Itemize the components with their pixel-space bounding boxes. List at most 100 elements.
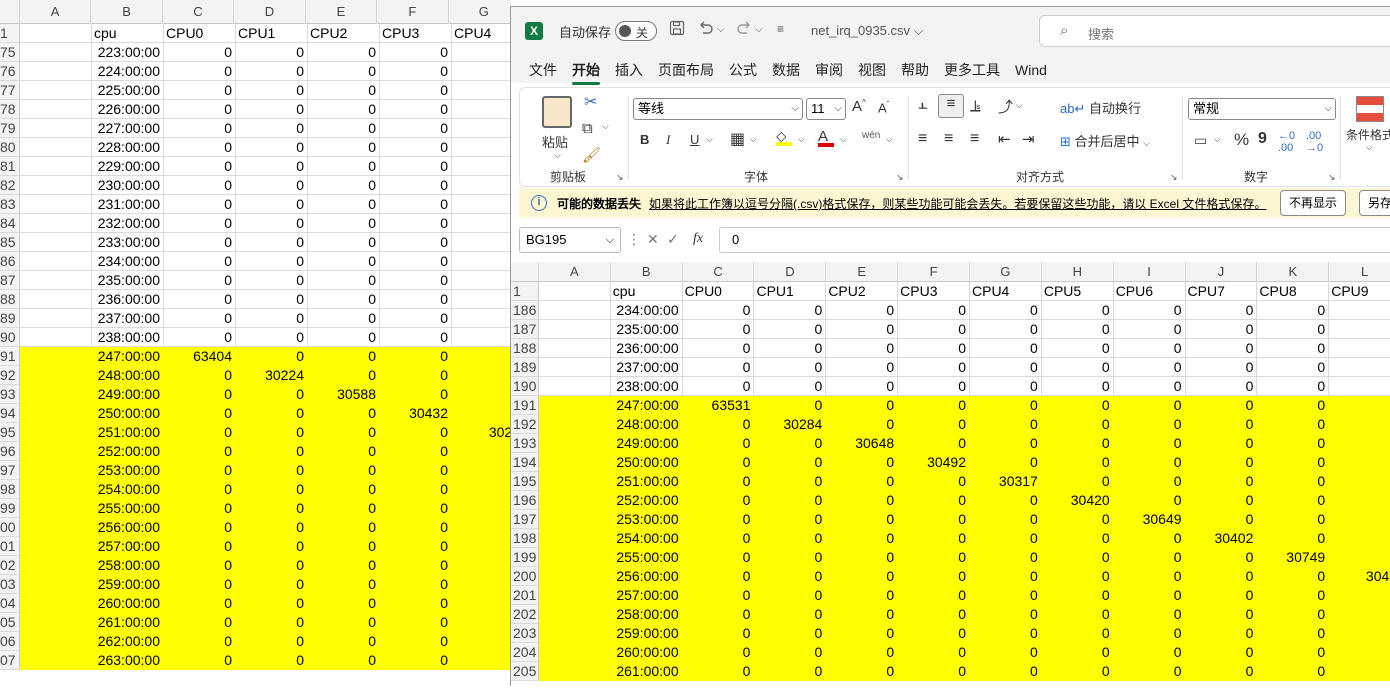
cell[interactable] [20, 556, 92, 575]
cell[interactable]: CPU0 [164, 24, 236, 43]
cell[interactable]: CPU5 [1041, 282, 1114, 301]
cell[interactable]: 0 [1113, 415, 1186, 434]
cell[interactable]: 234:00:00 [610, 301, 683, 320]
column-header[interactable]: A [539, 262, 611, 282]
cell[interactable]: 30402 [1185, 529, 1258, 548]
cell[interactable]: 0 [236, 81, 308, 100]
cell[interactable]: 0 [898, 529, 970, 548]
cell[interactable]: 0 [164, 81, 236, 100]
cell[interactable]: 0 [164, 499, 236, 518]
cell[interactable]: 231:00:00 [92, 195, 164, 214]
cell[interactable]: 0 [1185, 377, 1258, 396]
column-header[interactable]: A [20, 0, 92, 24]
cell[interactable]: 0 [1113, 301, 1186, 320]
row-header[interactable]: 198 [511, 529, 539, 548]
row-header[interactable]: 190 [511, 377, 539, 396]
currency-dropdown-icon[interactable]: ⌵ [1214, 134, 1221, 145]
column-header[interactable]: G [449, 0, 510, 24]
row-header[interactable]: 07 [0, 651, 20, 670]
cell[interactable]: 0 [898, 662, 970, 681]
cell[interactable]: 259:00:00 [610, 624, 683, 643]
cell[interactable]: 0 [164, 271, 236, 290]
cell[interactable]: 234:00:00 [92, 252, 164, 271]
cell[interactable]: 30284 [754, 415, 827, 434]
cell[interactable]: 0 [1257, 586, 1330, 605]
cell[interactable]: 0 [1257, 605, 1330, 624]
cell[interactable]: 0 [308, 423, 380, 442]
tab-0[interactable]: 文件 [529, 53, 557, 83]
cell[interactable] [452, 556, 510, 575]
cell[interactable] [452, 290, 510, 309]
row-header[interactable]: 203 [511, 624, 539, 643]
cell[interactable]: 256:00:00 [610, 567, 683, 586]
cell[interactable] [20, 309, 92, 328]
row-header[interactable]: 75 [0, 43, 20, 62]
cell[interactable] [1329, 472, 1390, 491]
cell[interactable]: 0 [1113, 662, 1186, 681]
cell[interactable]: 0 [898, 491, 970, 510]
cell[interactable]: 0 [754, 510, 827, 529]
row-header[interactable]: 194 [511, 453, 539, 472]
orientation-dropdown-icon[interactable]: ⌵ [1016, 100, 1023, 111]
cell[interactable] [20, 385, 92, 404]
borders-dropdown-icon[interactable]: ⌵ [750, 134, 757, 145]
cell[interactable]: 248:00:00 [610, 415, 683, 434]
cell[interactable]: 0 [754, 624, 827, 643]
cell[interactable]: 0 [970, 320, 1042, 339]
cell[interactable] [538, 377, 611, 396]
cell[interactable] [538, 491, 611, 510]
cell[interactable]: 0 [682, 320, 755, 339]
row-header[interactable]: 88 [0, 290, 20, 309]
cell[interactable] [452, 594, 510, 613]
cell[interactable]: 0 [898, 339, 970, 358]
cell[interactable]: 0 [826, 358, 899, 377]
cell[interactable]: 0 [682, 510, 755, 529]
number-launcher-icon[interactable]: ↘ [1328, 172, 1336, 183]
cell[interactable]: 0 [1257, 662, 1330, 681]
cell[interactable]: 0 [308, 442, 380, 461]
cell[interactable]: 260:00:00 [610, 643, 683, 662]
cell[interactable] [20, 480, 92, 499]
cell[interactable]: 0 [826, 377, 899, 396]
cell[interactable]: 0 [236, 138, 308, 157]
cell[interactable]: 30432 [380, 404, 452, 423]
percent-button[interactable]: % [1234, 130, 1249, 150]
cell[interactable]: 0 [1041, 301, 1114, 320]
row-header[interactable]: 99 [0, 499, 20, 518]
cell[interactable]: 0 [164, 575, 236, 594]
cell[interactable]: 0 [308, 575, 380, 594]
row-header[interactable]: 192 [511, 415, 539, 434]
cell[interactable]: 0 [308, 366, 380, 385]
cell[interactable]: 0 [826, 510, 899, 529]
cell[interactable]: 0 [164, 138, 236, 157]
cell[interactable]: 0 [970, 548, 1042, 567]
column-header[interactable]: D [754, 262, 827, 282]
cell[interactable]: CPU2 [826, 282, 899, 301]
conditional-format-button[interactable]: 条件格式 [1346, 126, 1390, 143]
cell[interactable] [20, 575, 92, 594]
cell[interactable]: 250:00:00 [610, 453, 683, 472]
row-header[interactable]: 89 [0, 309, 20, 328]
cell[interactable]: 225:00:00 [92, 81, 164, 100]
cell[interactable]: 257:00:00 [92, 537, 164, 556]
number-format-select[interactable]: 常规 ⌵ [1188, 98, 1336, 120]
cell[interactable]: CPU3 [898, 282, 970, 301]
cell[interactable]: 0 [682, 548, 755, 567]
cell[interactable] [452, 157, 510, 176]
underline-dropdown-icon[interactable]: ⌵ [706, 134, 713, 145]
cell[interactable]: 0 [236, 632, 308, 651]
save-icon[interactable] [669, 20, 685, 41]
cell[interactable]: 0 [898, 396, 970, 415]
row-header[interactable]: 93 [0, 385, 20, 404]
cell[interactable]: 255:00:00 [610, 548, 683, 567]
name-box[interactable]: BG195 ⌵ [519, 227, 621, 253]
row-header[interactable]: 195 [511, 472, 539, 491]
cell[interactable]: CPU1 [236, 24, 308, 43]
row-header[interactable]: 01 [0, 537, 20, 556]
cell[interactable] [452, 385, 510, 404]
cell[interactable]: 0 [754, 643, 827, 662]
paste-button[interactable]: 粘贴 [542, 132, 568, 151]
tab-8[interactable]: 帮助 [901, 53, 929, 83]
align-right-icon[interactable]: ≡ [970, 130, 979, 148]
cell[interactable] [452, 613, 510, 632]
